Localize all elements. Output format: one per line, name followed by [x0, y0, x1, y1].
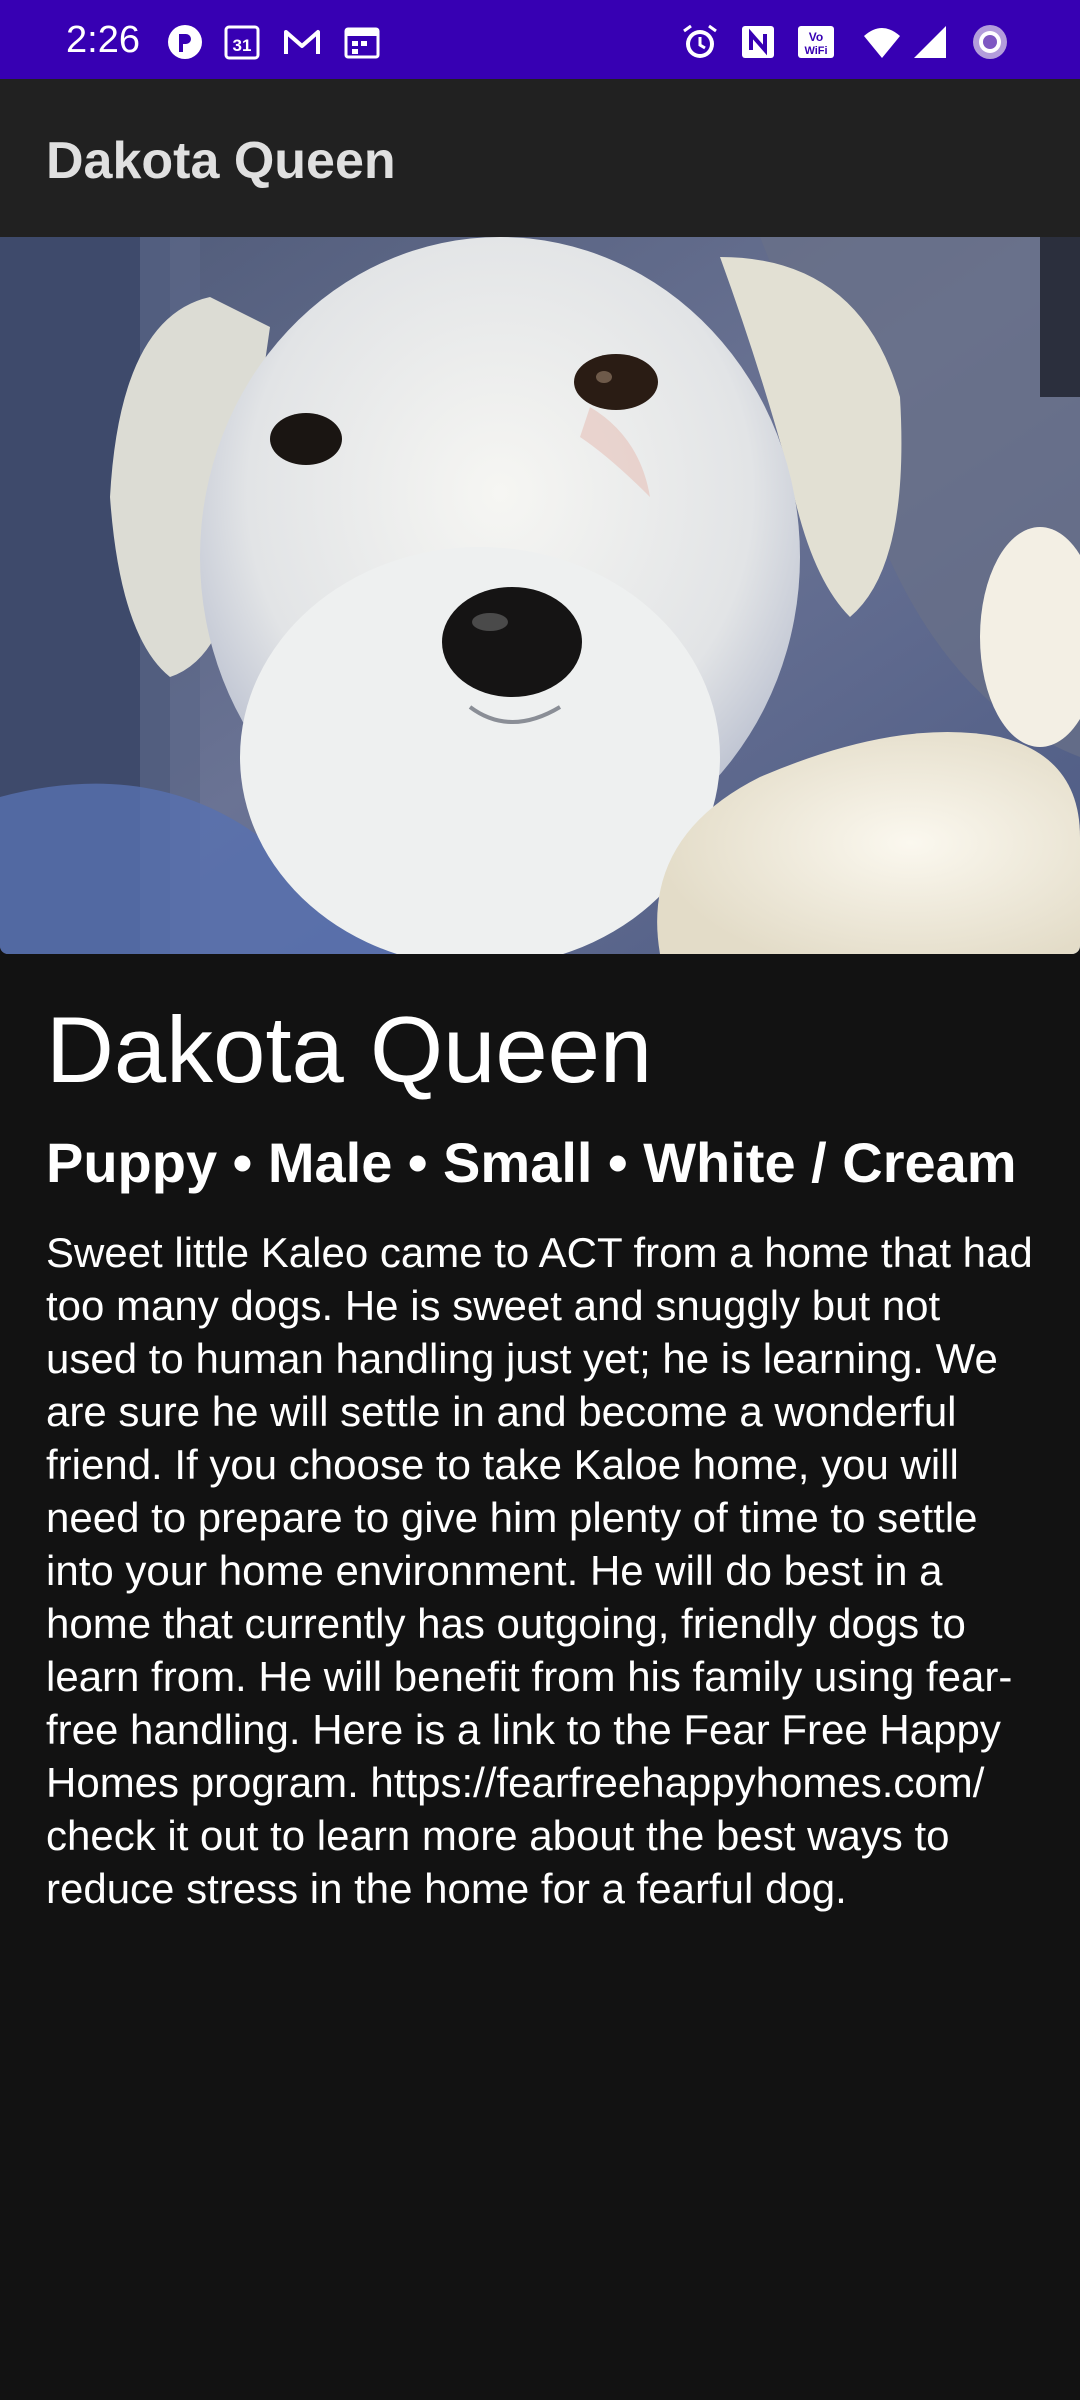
calendar-day: 31 — [233, 36, 252, 55]
nfc-icon — [738, 22, 778, 62]
status-time: 2:26 — [66, 19, 140, 61]
app-bar-title: Dakota Queen — [46, 132, 396, 190]
status-bar: 2:26 31 Vo WiFi — [0, 0, 1080, 79]
calendar-icon — [342, 22, 382, 62]
app-bar: Dakota Queen — [0, 79, 1080, 237]
signal-icon — [910, 22, 950, 62]
pet-details: Dakota Queen Puppy • Male • Small • Whit… — [46, 990, 1036, 1915]
svg-text:Vo: Vo — [809, 30, 823, 44]
pet-description: Sweet little Kaleo came to ACT from a ho… — [46, 1229, 1033, 1912]
screen: 2:26 31 Vo WiFi Dakota Queen Dakota Quee… — [0, 0, 1080, 2400]
wifi-icon — [862, 22, 902, 62]
pet-photo — [0, 237, 1080, 954]
pet-name: Dakota Queen — [46, 997, 653, 1102]
record-icon — [970, 22, 1010, 62]
alarm-icon — [680, 22, 720, 62]
gmail-icon — [282, 22, 322, 62]
calendar-31-icon: 31 — [222, 22, 262, 62]
svg-text:WiFi: WiFi — [804, 45, 827, 57]
fitness-icon — [165, 22, 205, 62]
pet-attributes: Puppy • Male • Small • White / Cream — [46, 1131, 1017, 1194]
vowifi-icon: Vo WiFi — [796, 22, 836, 62]
